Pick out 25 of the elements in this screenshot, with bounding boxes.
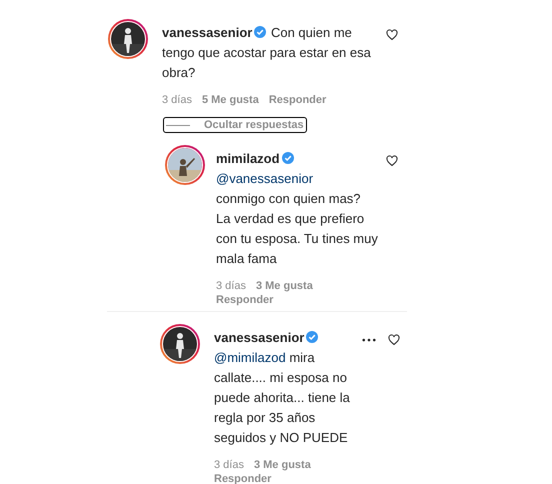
reply-button[interactable]: Responder — [268, 93, 326, 107]
like-count[interactable]: 3 Me gusta — [256, 279, 313, 293]
reply-button[interactable]: Responder — [216, 293, 274, 307]
heart-icon[interactable] — [386, 29, 398, 41]
comment-time: 3 días — [216, 279, 246, 293]
heart-icon[interactable] — [386, 155, 398, 167]
username-link[interactable]: mimilazod — [216, 151, 280, 166]
mention-link[interactable]: @mimilazod — [214, 350, 286, 365]
like-count[interactable]: 5 Me gusta — [202, 93, 259, 107]
avatar[interactable] — [160, 324, 200, 364]
comment-text: vanessasenior Con quien me tengo que acostar para estar en esa obra? — [162, 24, 372, 82]
avatar[interactable] — [165, 145, 205, 185]
more-icon[interactable] — [362, 338, 376, 342]
avatar[interactable] — [108, 19, 148, 59]
username-link[interactable]: vanessasenior — [214, 330, 304, 345]
comment-time: 3 días — [162, 93, 192, 107]
username-link[interactable]: vanessasenior — [162, 25, 252, 40]
hide-replies-button[interactable]: Ocultar respuestas — [163, 117, 307, 133]
heart-icon[interactable] — [388, 334, 400, 346]
mention-link[interactable]: @vanessasenior — [216, 171, 314, 186]
comment-text: vanessasenior @mimilazod mira callate.... mi esposa no puede ahorita... tiene la regla por 35 años seguidos y NO PUEDE — [214, 329, 351, 447]
comment-text: mimilazod @vanessasenior conmigo con quien mas? La verdad es que prefiero con tu esposa. Tu tines muy mala fama — [216, 150, 378, 268]
like-count[interactable]: 3 Me gusta — [254, 458, 311, 472]
reply-button[interactable]: Responder — [214, 472, 272, 484]
comment-time: 3 días — [214, 458, 244, 472]
